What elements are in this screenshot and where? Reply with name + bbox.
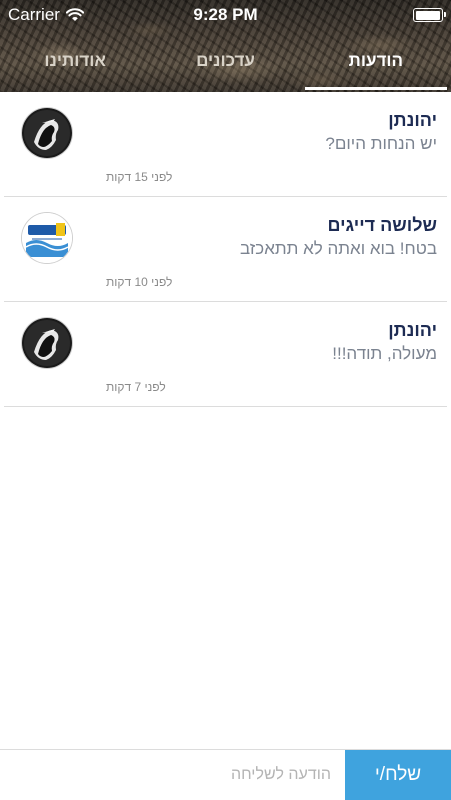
- tab-messages[interactable]: הודעות: [301, 30, 451, 92]
- message-sender: יהונתן: [388, 110, 437, 130]
- message-text: מעולה, תודה!!!: [332, 344, 437, 363]
- message-time: לפני 10 דקות: [106, 275, 173, 289]
- send-button[interactable]: שלח/י: [345, 750, 451, 800]
- tab-about[interactable]: אודותינו: [0, 30, 150, 92]
- battery-level: [415, 10, 440, 20]
- message-text: בטח! בוא ואתה לא תתאכזב: [239, 239, 437, 258]
- app-screen: Carrier 9:28 PM הודעות עדכונים אודותינו: [0, 0, 451, 800]
- battery-icon: [413, 8, 446, 22]
- tab-updates-label: עדכונים: [196, 51, 255, 70]
- tab-bar: הודעות עדכונים אודותינו: [0, 30, 451, 92]
- tab-messages-label: הודעות: [348, 51, 404, 70]
- message-text: יש הנחות היום?: [325, 134, 437, 153]
- message-item[interactable]: יהונתן יש הנחות היום? לפני 15 דקות: [4, 92, 447, 197]
- message-list: יהונתן יש הנחות היום? לפני 15 דקות שלושה…: [0, 92, 451, 407]
- tab-updates[interactable]: עדכונים: [150, 30, 300, 92]
- compose-bar: שלח/י: [0, 749, 451, 800]
- header: Carrier 9:28 PM הודעות עדכונים אודותינו: [0, 0, 451, 92]
- fishermen-logo-avatar: [22, 213, 72, 263]
- status-time: 9:28 PM: [193, 5, 258, 24]
- message-time: לפני 7 דקות: [106, 380, 166, 394]
- message-input[interactable]: [0, 750, 345, 800]
- message-item[interactable]: יהונתן מעולה, תודה!!! לפני 7 דקות: [4, 302, 447, 407]
- message-item[interactable]: שלושה דייגים בטח! בוא ואתה לא תתאכזב לפנ…: [4, 197, 447, 302]
- message-time: לפני 15 דקות: [106, 170, 173, 184]
- dark-figure-avatar: [22, 318, 72, 368]
- status-bar: Carrier 9:28 PM: [0, 0, 451, 30]
- message-sender: יהונתן: [388, 320, 437, 340]
- dark-figure-avatar: [22, 108, 72, 158]
- message-sender: שלושה דייגים: [327, 215, 437, 235]
- tab-about-label: אודותינו: [44, 51, 106, 70]
